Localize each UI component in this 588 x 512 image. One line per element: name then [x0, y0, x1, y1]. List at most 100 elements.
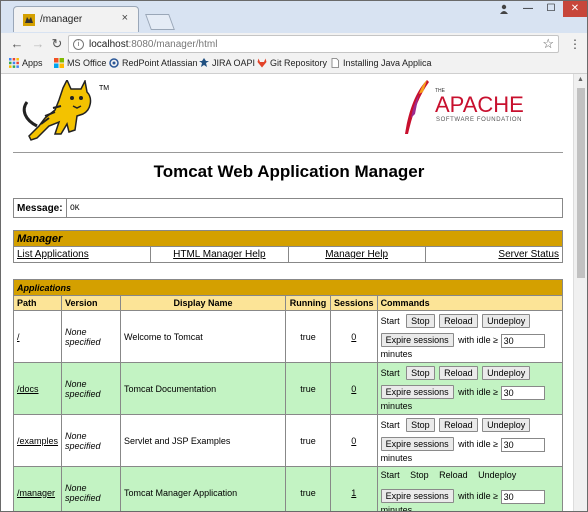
server-status-link[interactable]: Server Status [498, 249, 559, 260]
app-display-name: Tomcat Manager Application [120, 466, 287, 511]
app-commands: Start Stop Reload Undeploy Expire sessio… [376, 310, 564, 363]
tomcat-logo[interactable]: TM [15, 80, 115, 152]
app-path-cell: /manager [12, 466, 63, 511]
app-sessions-link[interactable]: 0 [351, 384, 356, 394]
ms-office-icon [54, 58, 64, 68]
with-idle-label: with idle ≥ [458, 335, 499, 346]
bookmark-redpoint[interactable]: RedPoint Atlassian [109, 58, 198, 68]
stop-label: Stop [410, 470, 429, 481]
html-manager-help-cell: HTML Manager Help [150, 246, 289, 263]
browser-window: /manager × — ☐ ✕ ← → ↻ i localhost:8080/… [0, 0, 588, 512]
app-sessions-link[interactable]: 1 [351, 488, 356, 498]
html-manager-help-link[interactable]: HTML Manager Help [173, 249, 265, 260]
stop-button[interactable]: Stop [406, 314, 435, 329]
undeploy-button[interactable]: Undeploy [482, 314, 531, 329]
minutes-label: minutes [380, 348, 413, 359]
reload-button[interactable]: Reload [439, 314, 478, 329]
idle-minutes-input[interactable]: 30 [500, 489, 545, 504]
minutes-label: minutes [380, 452, 413, 463]
user-profile-icon[interactable] [493, 4, 515, 20]
app-path-link[interactable]: /docs [17, 384, 39, 394]
bookmark-star-icon[interactable]: ☆ [542, 36, 554, 52]
minimize-button[interactable]: — [517, 1, 539, 17]
reload-icon[interactable]: ↻ [49, 36, 65, 52]
idle-minutes-input[interactable]: 30 [500, 385, 545, 400]
stop-button[interactable]: Stop [406, 366, 435, 381]
expire-sessions-button[interactable]: Expire sessions [380, 489, 454, 504]
expire-sessions-button[interactable]: Expire sessions [380, 437, 454, 452]
url-host: localhost [89, 39, 129, 50]
start-label: Start [380, 368, 400, 379]
address-bar[interactable]: i localhost:8080/manager/html ☆ [68, 35, 559, 53]
page-icon [331, 58, 339, 68]
apache-logo[interactable]: THE APACHE SOFTWARE FOUNDATION [399, 78, 539, 140]
bookmark-label: Installing Java Applica [343, 58, 432, 68]
app-path-cell: /examples [12, 414, 63, 467]
app-path-link[interactable]: /manager [17, 488, 55, 498]
svg-text:APACHE: APACHE [435, 92, 524, 117]
bookmark-jira[interactable]: JIRA OAPI [199, 58, 255, 68]
manager-table: Manager List Applications HTML Manager H… [12, 230, 564, 263]
new-tab-button[interactable] [145, 14, 175, 30]
vertical-scrollbar[interactable]: ▲ [573, 74, 587, 511]
start-label: Start [380, 470, 400, 481]
close-window-button[interactable]: ✕ [563, 1, 587, 17]
app-path-cell: /docs [12, 362, 63, 415]
column-header-sessions: Sessions [330, 295, 378, 311]
browser-toolbar: ← → ↻ i localhost:8080/manager/html ☆ ⋮ [1, 33, 587, 55]
bookmark-ms-office[interactable]: MS Office [54, 58, 106, 68]
maximize-button[interactable]: ☐ [540, 1, 562, 17]
tab-manager[interactable]: /manager × [13, 6, 139, 32]
app-path-link[interactable]: /examples [17, 436, 58, 446]
applications-heading: Applications [13, 279, 563, 296]
tab-close-icon[interactable]: × [122, 12, 128, 24]
idle-minutes-input[interactable]: 30 [500, 437, 545, 452]
app-commands: Start Stop Reload Undeploy Expire sessio… [376, 414, 564, 467]
app-display-name: Welcome to Tomcat [120, 310, 287, 363]
table-row: /examples None specified Servlet and JSP… [12, 414, 564, 467]
reload-button[interactable]: Reload [439, 418, 478, 433]
reload-button[interactable]: Reload [439, 366, 478, 381]
redpoint-icon [109, 58, 119, 68]
undeploy-button[interactable]: Undeploy [482, 366, 531, 381]
menu-kebab-icon[interactable]: ⋮ [569, 37, 581, 51]
manager-help-link[interactable]: Manager Help [325, 249, 388, 260]
table-row: /docs None specified Tomcat Documentatio… [12, 362, 564, 415]
back-arrow-icon[interactable]: ← [9, 36, 25, 52]
idle-minutes-input[interactable]: 30 [500, 333, 545, 348]
info-icon[interactable]: i [73, 39, 84, 50]
bookmark-git[interactable]: Git Repository [257, 58, 327, 68]
app-running: true [285, 362, 332, 415]
start-label: Start [380, 316, 400, 327]
list-applications-link[interactable]: List Applications [17, 249, 89, 260]
undeploy-button[interactable]: Undeploy [482, 418, 531, 433]
app-sessions-link[interactable]: 0 [351, 436, 356, 446]
app-display-name: Servlet and JSP Examples [120, 414, 287, 467]
bookmark-installing-java[interactable]: Installing Java Applica [330, 58, 432, 68]
app-version: None specified [61, 362, 122, 415]
list-applications-cell: List Applications [12, 246, 152, 263]
divider [13, 152, 563, 153]
bookmark-apps[interactable]: Apps [9, 58, 43, 68]
column-header-version: Version [61, 295, 122, 311]
stop-button[interactable]: Stop [406, 418, 435, 433]
scroll-thumb[interactable] [577, 88, 585, 278]
forward-arrow-icon[interactable]: → [30, 36, 46, 52]
app-path-cell: / [12, 310, 63, 363]
message-table: Message: OK [13, 198, 563, 218]
tomcat-favicon-icon [23, 14, 35, 26]
expire-sessions-button[interactable]: Expire sessions [380, 333, 454, 348]
expire-sessions-button[interactable]: Expire sessions [380, 385, 454, 400]
manager-help-cell: Manager Help [287, 246, 426, 263]
app-version: None specified [61, 414, 122, 467]
app-running: true [285, 414, 332, 467]
app-running: true [285, 466, 332, 511]
undeploy-label: Undeploy [478, 470, 517, 481]
start-label: Start [380, 420, 400, 431]
app-path-link[interactable]: / [17, 332, 20, 342]
app-commands: Start Stop Reload Undeploy Expire sessio… [376, 362, 564, 415]
app-sessions-link[interactable]: 0 [351, 332, 356, 342]
bookmark-label: Git Repository [270, 58, 328, 68]
scroll-up-arrow-icon[interactable]: ▲ [577, 76, 584, 83]
column-header-path: Path [12, 295, 63, 311]
